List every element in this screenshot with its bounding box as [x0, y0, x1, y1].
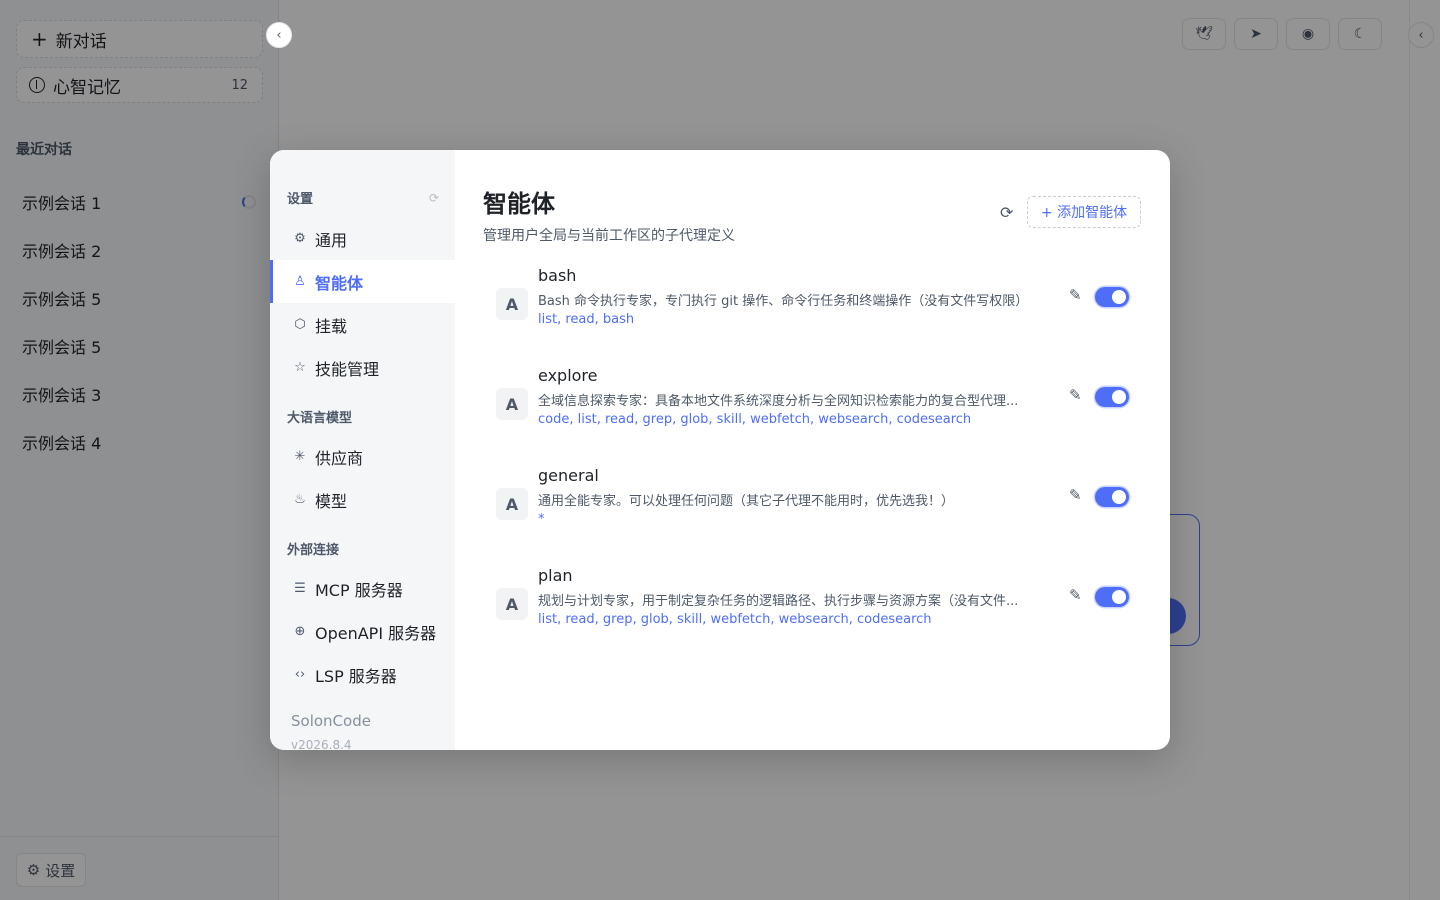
- nav-lsp[interactable]: ‹› LSP 服务器: [270, 653, 455, 696]
- agent-name: plan: [538, 566, 573, 585]
- globe-icon: ⊕: [294, 624, 306, 639]
- settings-sidebar: 设置 ⟳ ⚙ 通用 ♙ 智能体 ⬡ 挂载 ☆ 技能管理 大语言模型 ✳ 供应商 …: [270, 150, 455, 750]
- agent-avatar: A: [496, 588, 528, 620]
- agents-panel: 智能体 管理用户全局与当前工作区的子代理定义 ⟳ + 添加智能体 A bash …: [455, 150, 1170, 750]
- agent-row: A explore 全域信息探索专家：具备本地文件系统深度分析与全网知识检索能力…: [496, 366, 1146, 454]
- nav-general-label: 通用: [315, 230, 348, 250]
- agent-icon: ♙: [294, 274, 306, 289]
- agent-name: general: [538, 466, 599, 485]
- settings-heading-row: 设置 ⟳: [287, 188, 439, 208]
- chevron-left-icon: ‹: [276, 27, 282, 43]
- agent-tools: list, read, bash: [538, 312, 635, 327]
- add-agent-button[interactable]: + 添加智能体: [1027, 196, 1141, 228]
- refresh-icon[interactable]: ⟳: [1000, 203, 1013, 222]
- nav-mcp-label: MCP 服务器: [315, 580, 403, 600]
- agent-tools: *: [538, 512, 545, 527]
- agent-row: A general 通用全能专家。可以处理任何问题（其它子代理不能用时，优先选我…: [496, 466, 1146, 554]
- server-icon: ☰: [294, 581, 306, 596]
- brand-name: SolonCode: [291, 712, 371, 730]
- nav-openapi[interactable]: ⊕ OpenAPI 服务器: [270, 610, 455, 653]
- nav-agents-label: 智能体: [315, 273, 364, 293]
- llm-group-heading: 大语言模型: [287, 411, 353, 426]
- sparkle-icon: ✳: [294, 449, 306, 464]
- agent-avatar: A: [496, 388, 528, 420]
- agent-enable-toggle[interactable]: [1095, 287, 1129, 307]
- nav-skills[interactable]: ☆ 技能管理: [270, 346, 455, 389]
- gear-icon: ⚙: [294, 231, 306, 246]
- agent-tools: list, read, grep, glob, skill, webfetch,…: [538, 612, 932, 627]
- nav-agents[interactable]: ♙ 智能体: [270, 260, 455, 303]
- nav-mounts[interactable]: ⬡ 挂载: [270, 303, 455, 346]
- agent-name: explore: [538, 366, 598, 385]
- toggle-knob: [1112, 490, 1126, 504]
- ext-group-heading: 外部连接: [287, 543, 340, 558]
- settings-heading: 设置: [287, 192, 314, 207]
- agent-enable-toggle[interactable]: [1095, 387, 1129, 407]
- nav-skills-label: 技能管理: [315, 359, 380, 379]
- toggle-knob: [1112, 390, 1126, 404]
- refresh-icon[interactable]: ⟳: [429, 191, 439, 205]
- nav-lsp-label: LSP 服务器: [315, 666, 397, 686]
- nav-providers[interactable]: ✳ 供应商: [270, 435, 455, 478]
- agent-enable-toggle[interactable]: [1095, 587, 1129, 607]
- agent-avatar: A: [496, 488, 528, 520]
- agent-row: A bash Bash 命令执行专家，专门执行 git 操作、命令行任务和终端操…: [496, 266, 1146, 354]
- agent-enable-toggle[interactable]: [1095, 487, 1129, 507]
- page-title: 智能体: [483, 190, 555, 218]
- nav-general[interactable]: ⚙ 通用: [270, 217, 455, 260]
- cube-icon: ⬡: [294, 317, 306, 332]
- nav-providers-label: 供应商: [315, 448, 364, 468]
- edit-icon[interactable]: ✎: [1069, 286, 1087, 304]
- toggle-knob: [1112, 590, 1126, 604]
- edit-icon[interactable]: ✎: [1069, 386, 1087, 404]
- collapse-sidebar-button[interactable]: ‹: [266, 22, 292, 48]
- agent-name: bash: [538, 266, 577, 285]
- model-icon: ♨: [294, 492, 306, 507]
- nav-mcp[interactable]: ☰ MCP 服务器: [270, 567, 455, 610]
- agent-description: 通用全能专家。可以处理任何问题（其它子代理不能用时，优先选我！）: [538, 494, 955, 509]
- nav-mounts-label: 挂载: [315, 316, 348, 336]
- agent-avatar: A: [496, 288, 528, 320]
- star-icon: ☆: [294, 360, 306, 375]
- agent-description: Bash 命令执行专家，专门执行 git 操作、命令行任务和终端操作（没有文件写…: [538, 294, 1029, 309]
- agent-tools: code, list, read, grep, glob, skill, web…: [538, 412, 972, 427]
- agent-row: A plan 规划与计划专家，用于制定复杂任务的逻辑路径、执行步骤与资源方案（没…: [496, 566, 1146, 654]
- agent-description: 规划与计划专家，用于制定复杂任务的逻辑路径、执行步骤与资源方案（没有文件...: [538, 594, 1019, 609]
- nav-models[interactable]: ♨ 模型: [270, 478, 455, 521]
- code-icon: ‹›: [294, 667, 306, 682]
- edit-icon[interactable]: ✎: [1069, 586, 1087, 604]
- version-label: v2026.8.4: [291, 738, 352, 750]
- nav-models-label: 模型: [315, 491, 348, 511]
- page-subtitle: 管理用户全局与当前工作区的子代理定义: [483, 228, 735, 244]
- nav-openapi-label: OpenAPI 服务器: [315, 623, 437, 643]
- agent-description: 全域信息探索专家：具备本地文件系统深度分析与全网知识检索能力的复合型代理...: [538, 394, 1019, 409]
- settings-modal: 设置 ⟳ ⚙ 通用 ♙ 智能体 ⬡ 挂载 ☆ 技能管理 大语言模型 ✳ 供应商 …: [270, 150, 1170, 750]
- edit-icon[interactable]: ✎: [1069, 486, 1087, 504]
- toggle-knob: [1112, 290, 1126, 304]
